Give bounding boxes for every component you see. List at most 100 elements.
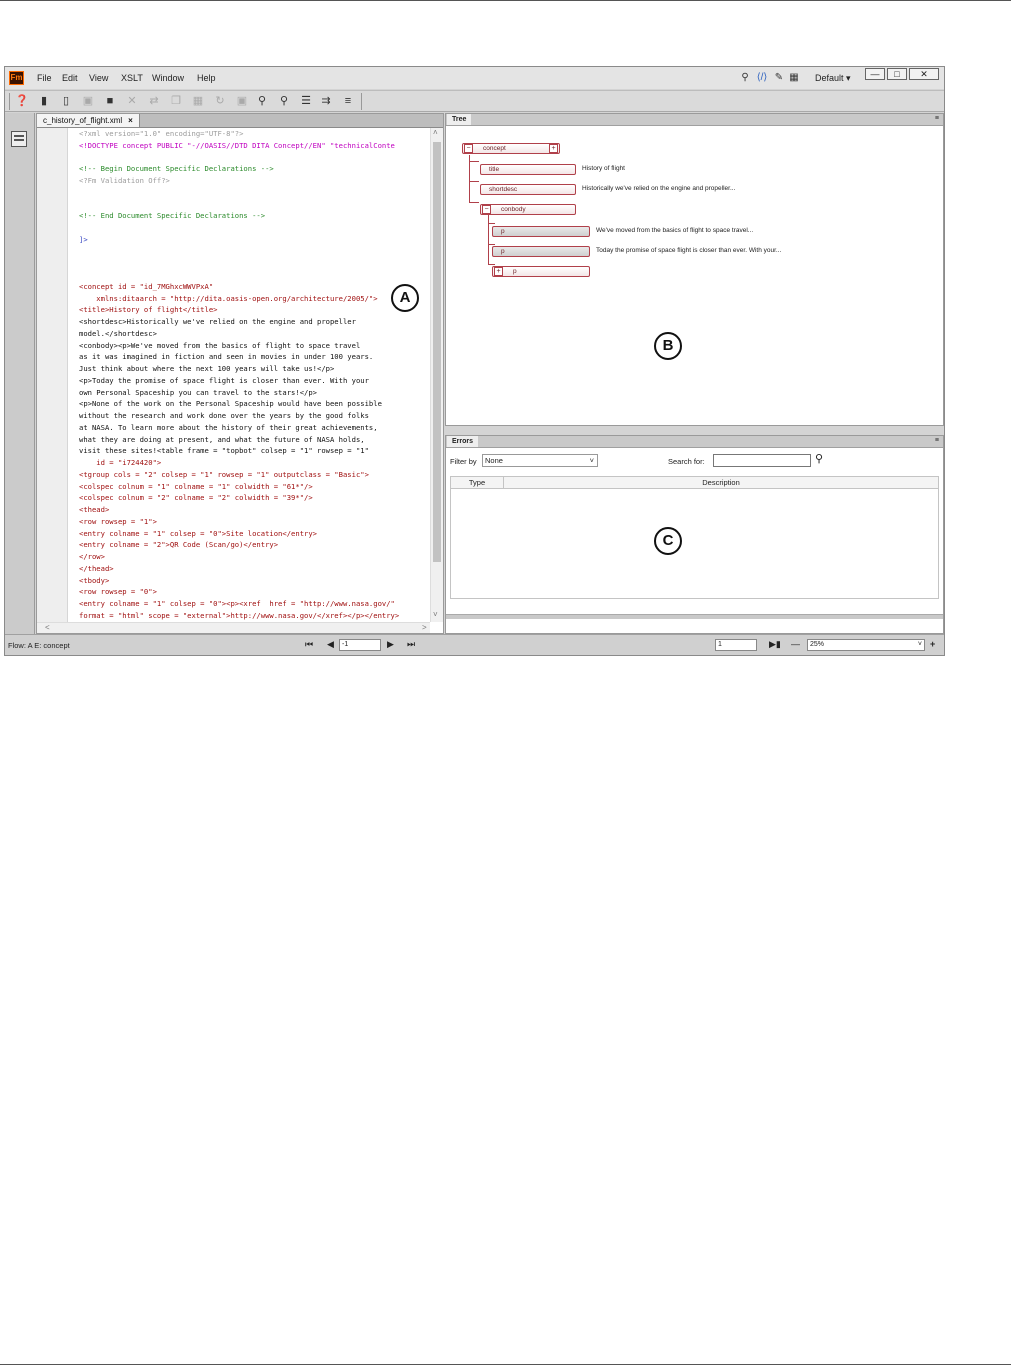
panel-menu-icon[interactable]: ≡ (935, 115, 939, 122)
close-tab-icon[interactable]: × (128, 116, 133, 125)
code-line[interactable]: <?xml version="1.0" encoding="UTF-8"?> (79, 129, 243, 138)
tree-node-p[interactable]: p (492, 226, 590, 237)
redo-icon[interactable]: ↻ (213, 94, 227, 108)
copy-icon[interactable]: ❐ (169, 94, 183, 108)
panel-resize-handle[interactable] (446, 614, 943, 619)
code-line[interactable]: <title>History of flight</title> (79, 305, 217, 314)
zoom-fit-icon[interactable]: ▶▮ (769, 639, 781, 650)
code-line[interactable]: model.</shortdesc> (79, 329, 157, 338)
clear-icon[interactable]: ▣ (235, 94, 249, 108)
code-line[interactable]: <p>None of the work on the Personal Spac… (79, 399, 382, 408)
scroll-down-icon[interactable]: ˅ (433, 610, 438, 619)
next-page-icon[interactable]: ▶ (387, 639, 394, 650)
search-input[interactable] (713, 454, 811, 467)
tree-node-shortdesc[interactable]: shortdesc (480, 184, 576, 195)
find-icon[interactable]: ⚲ (255, 94, 269, 108)
code-line[interactable]: at NASA. To learn more about the history… (79, 423, 378, 432)
menu-window[interactable]: Window (152, 73, 184, 83)
zoom-in-icon[interactable]: + (930, 639, 935, 649)
code-line[interactable]: xmlns:ditaarch = "http://dita.oasis-open… (79, 294, 377, 303)
filter-select[interactable]: None ˅ (482, 454, 598, 467)
indent-icon[interactable]: ⇉ (319, 94, 333, 108)
code-line[interactable]: </row> (79, 552, 105, 561)
code-line[interactable]: id = "i724420"> (79, 458, 161, 467)
first-page-icon[interactable]: ⏮ (305, 639, 313, 650)
menu-xslt[interactable]: XSLT (121, 73, 143, 83)
search-icon[interactable]: ⚲ (815, 452, 823, 465)
lock-icon[interactable]: ■ (103, 94, 117, 108)
code-line[interactable]: ]> (79, 235, 88, 244)
code-line[interactable]: <tgroup cols = "2" colsep = "1" rowsep =… (79, 470, 369, 479)
scroll-thumb[interactable] (433, 142, 441, 562)
document-tab[interactable]: c_history_of_flight.xml × (37, 114, 140, 127)
last-page-icon[interactable]: ⏭ (407, 639, 415, 650)
code-line[interactable]: as it was imagined in fiction and seen i… (79, 352, 373, 361)
errors-list[interactable] (450, 489, 939, 599)
split-icon[interactable]: ⇄ (147, 94, 161, 108)
scroll-right-icon[interactable]: ˃ (422, 623, 427, 632)
code-view-icon[interactable]: ⟨/⟩ (756, 71, 768, 84)
frame-icon[interactable]: ▦ (788, 71, 800, 84)
expand-toggle[interactable]: + (549, 144, 558, 153)
close-window-button[interactable]: ✕ (909, 68, 939, 80)
resource-manager-icon[interactable] (11, 131, 27, 147)
code-line[interactable]: <!DOCTYPE concept PUBLIC "-//OASIS//DTD … (79, 141, 395, 150)
code-line[interactable]: Just think about where the next 100 year… (79, 364, 334, 373)
tree-node-concept[interactable]: concept (462, 143, 560, 154)
vertical-scrollbar[interactable]: ˄ ˅ (430, 128, 443, 622)
code-line[interactable]: <entry colname = "1" colsep = "0">Site l… (79, 529, 317, 538)
menu-view[interactable]: View (89, 73, 108, 83)
column-header-description[interactable]: Description (503, 476, 939, 489)
code-line[interactable]: <colspec colnum = "2" colname = "2" colw… (79, 493, 313, 502)
open-icon[interactable]: ▯ (59, 94, 73, 108)
code-line[interactable]: own Personal Spaceship you can travel to… (79, 388, 317, 397)
save-icon[interactable]: ▣ (81, 94, 95, 108)
maximize-button[interactable]: □ (887, 68, 907, 80)
xml-code-editor[interactable]: c_history_of_flight.xml × 1<?xml version=… (36, 113, 444, 634)
code-line[interactable]: without the research and work done over … (79, 411, 369, 420)
column-header-type[interactable]: Type (450, 476, 504, 489)
code-line[interactable]: visit these sites!<table frame = "topbot… (79, 446, 369, 455)
tab-errors[interactable]: Errors (447, 436, 479, 447)
code-line[interactable]: <tbody> (79, 576, 109, 585)
code-line[interactable]: <!-- End Document Specific Declarations … (79, 211, 265, 220)
tree-node-conbody[interactable]: conbody (480, 204, 576, 215)
collapse-toggle[interactable]: − (482, 205, 491, 214)
horizontal-scrollbar[interactable]: ˂ ˃ (37, 622, 430, 633)
paste-icon[interactable]: ▦ (191, 94, 205, 108)
code-line[interactable]: <entry colname = "2">QR Code (Scan/go)</… (79, 540, 278, 549)
tree-node-p[interactable]: p (492, 266, 590, 277)
tab-tree[interactable]: Tree (447, 114, 472, 125)
code-line[interactable]: <row rowsep = "0"> (79, 587, 157, 596)
code-line[interactable]: <entry colname = "1" colsep = "0"><p><xr… (79, 599, 395, 608)
scroll-left-icon[interactable]: ˂ (45, 623, 50, 632)
expand-toggle[interactable]: + (494, 267, 503, 276)
cut-icon[interactable]: ✕ (125, 94, 139, 108)
minimize-button[interactable]: — (865, 68, 885, 80)
page-number-input[interactable]: 1 (715, 639, 757, 651)
pen-icon[interactable]: ✎ (773, 71, 785, 84)
menu-file[interactable]: File (37, 73, 52, 83)
zoom-select[interactable]: 25% ˅ (807, 639, 925, 651)
panel-menu-icon[interactable]: ≡ (935, 437, 939, 444)
help-icon[interactable]: ❓ (15, 94, 29, 108)
code-line[interactable]: <!-- Begin Document Specific Declaration… (79, 164, 274, 173)
code-line[interactable]: format = "html" scope = "external">http:… (79, 611, 399, 620)
scroll-up-icon[interactable]: ˄ (433, 128, 438, 137)
code-line[interactable]: <conbody><p>We've moved from the basics … (79, 341, 360, 350)
tree-node-title[interactable]: title (480, 164, 576, 175)
menu-help[interactable]: Help (197, 73, 216, 83)
code-line[interactable]: <colspec colnum = "1" colname = "1" colw… (79, 482, 313, 491)
code-line[interactable]: what they are doing at present, and what… (79, 435, 365, 444)
list-icon[interactable]: ≡ (341, 94, 355, 108)
code-area[interactable]: 1<?xml version="1.0" encoding="UTF-8"?>2… (67, 128, 430, 622)
code-line[interactable]: <row rowsep = "1"> (79, 517, 157, 526)
tree-icon[interactable]: ☰ (299, 94, 313, 108)
code-line[interactable]: <concept id = "id_7MGhxcWWVPxA" (79, 282, 213, 291)
new-icon[interactable]: ▮ (37, 94, 51, 108)
workspace-selector[interactable]: Default ▾ (815, 73, 851, 84)
code-line[interactable]: <?Fm Validation Off?> (79, 176, 170, 185)
code-line[interactable]: <shortdesc>Historically we've relied on … (79, 317, 356, 326)
code-line[interactable]: <p>Today the promise of space flight is … (79, 376, 369, 385)
find-next-icon[interactable]: ⚲ (277, 94, 291, 108)
